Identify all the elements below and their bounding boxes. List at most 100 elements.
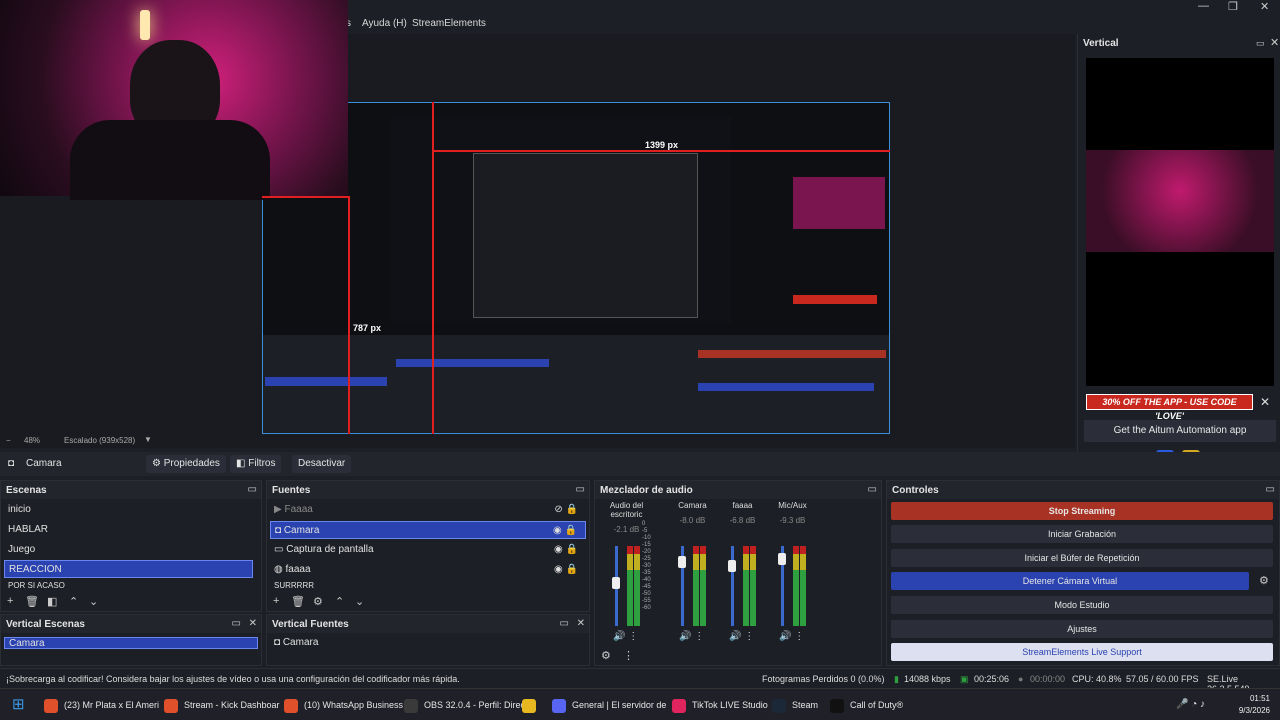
close-icon[interactable]: ✕	[1260, 395, 1270, 409]
status-bar: ¡Sobrecarga al codificar! Considera baja…	[0, 668, 1280, 694]
source-name: Camara	[26, 458, 62, 469]
properties-button[interactable]: ⚙ Propiedades	[146, 455, 226, 473]
taskbar-app[interactable]: (23) Mr Plata x El Ameri	[44, 695, 159, 715]
vertical-scenes-dock: Vertical Escenas ▭ ✕ Camara	[0, 614, 262, 666]
measure-vertical: 787 px	[353, 323, 382, 333]
speaker-icon[interactable]: 🔊 ⋮	[729, 631, 754, 642]
bitrate: 14088 kbps	[904, 674, 951, 684]
stop-streaming-button[interactable]: Stop Streaming	[891, 502, 1273, 520]
taskbar-app[interactable]: OBS 32.0.4 - Perfil: Direc	[404, 695, 525, 715]
speaker-icon[interactable]: 🔊 ⋮	[613, 631, 638, 642]
clock[interactable]: 01:51 9/3/2026	[1239, 693, 1270, 717]
get-app-button[interactable]: Get the Aitum Automation app	[1084, 420, 1276, 442]
db-tick: -30	[642, 563, 651, 569]
source-item[interactable]: ◍ faaaa ◉ 🔒	[270, 561, 586, 579]
up-icon[interactable]: ⌃	[69, 595, 78, 608]
camera-icon: ◘	[8, 458, 15, 469]
add-icon[interactable]: +	[273, 595, 279, 607]
scene-item[interactable]: POR SI ACASO	[4, 581, 258, 591]
fader-handle[interactable]	[612, 576, 620, 589]
gear-icon[interactable]: ⚙	[313, 595, 323, 608]
windows-start-icon[interactable]: ⊞	[12, 695, 25, 715]
more-icon[interactable]: ⋮	[623, 649, 634, 662]
dropdown-icon[interactable]: ▼	[144, 435, 152, 444]
undock-icon[interactable]: ▭	[248, 484, 257, 495]
source-item[interactable]: ▭ Captura de pantalla ◉ 🔒	[270, 541, 586, 559]
eye-icon[interactable]: ◉ 🔒	[554, 561, 578, 579]
scene-item[interactable]: Juego	[4, 541, 258, 559]
eye-icon[interactable]: ◉ 🔒	[553, 522, 577, 540]
preview-statusbar: − 48% Escalado (939x528) ▼	[0, 434, 1075, 448]
trash-icon[interactable]: 🗑	[25, 595, 39, 608]
source-item[interactable]: ▶ Faaaa ⊘ 🔒	[270, 501, 586, 519]
scene-item-selected[interactable]: REACCION	[4, 560, 253, 578]
down-icon[interactable]: ⌄	[355, 595, 364, 608]
vertical-source-item[interactable]: ◘ Camara	[270, 637, 586, 649]
scene-item[interactable]: inicio	[4, 501, 258, 519]
close-icon[interactable]: ✕	[1270, 36, 1279, 49]
filter-icon[interactable]: ◧	[47, 595, 57, 608]
close-icon[interactable]: ✕	[1260, 0, 1269, 13]
gear-icon[interactable]: ⚙	[1259, 574, 1269, 587]
stop-virtual-camera-button[interactable]: Detener Cámara Virtual	[891, 572, 1249, 590]
zoom-level[interactable]: 48%	[24, 436, 40, 445]
hidden-icon[interactable]: ⊘ 🔒	[554, 501, 578, 519]
audio-icon: ◍	[274, 564, 286, 575]
down-icon[interactable]: ⌄	[89, 595, 98, 608]
taskbar-app[interactable]: Call of Duty®	[830, 695, 903, 715]
menu-item-help[interactable]: Ayuda (H)	[362, 18, 407, 29]
taskbar-app[interactable]: Steam	[772, 695, 818, 715]
speaker-icon[interactable]: 🔊 ⋮	[779, 631, 804, 642]
close-icon[interactable]: ✕	[249, 618, 257, 629]
scaling-label[interactable]: Escalado (939x528)	[64, 436, 135, 445]
maximize-icon[interactable]: ❐	[1228, 0, 1238, 13]
undock-icon[interactable]: ▭	[576, 484, 585, 495]
sources-header: Fuentes ▭	[267, 481, 589, 499]
app-icon	[830, 698, 844, 713]
vertical-sources-title: Vertical Fuentes	[272, 619, 349, 630]
gear-icon[interactable]: ⚙	[601, 649, 611, 662]
live-support-button[interactable]: StreamElements Live Support	[891, 643, 1273, 661]
settings-button[interactable]: Ajustes	[891, 620, 1273, 638]
taskbar-app[interactable]: (10) WhatsApp Business	[284, 695, 403, 715]
fader-handle[interactable]	[728, 559, 736, 572]
monitor-icon: ▭	[274, 544, 287, 555]
menu-item-streamelements[interactable]: StreamElements	[412, 18, 486, 29]
vertical-scene-item[interactable]: Camara	[4, 637, 258, 649]
up-icon[interactable]: ⌃	[335, 595, 344, 608]
undock-icon[interactable]: ▭	[232, 618, 241, 629]
minimize-icon[interactable]: —	[1198, 0, 1209, 12]
zoom-minus-icon[interactable]: −	[6, 436, 11, 445]
taskbar-app[interactable]: Stream - Kick Dashboar	[164, 695, 280, 715]
system-tray-icons[interactable]: 🎤 ◔ ♪	[1176, 695, 1205, 715]
add-icon[interactable]: +	[7, 595, 13, 607]
undock-icon[interactable]: ▭	[560, 618, 569, 629]
source-item-selected[interactable]: ◘ Camara ◉ 🔒	[270, 521, 586, 539]
eye-icon[interactable]: ◉ 🔒	[554, 541, 578, 559]
promo-banner[interactable]: 30% OFF THE APP - USE CODE 'LOVE'	[1086, 394, 1253, 421]
start-recording-button[interactable]: Iniciar Grabación	[891, 525, 1273, 543]
taskbar-app[interactable]: TikTok LIVE Studio	[672, 695, 768, 715]
sources-dock: Fuentes ▭ ▶ Faaaa ⊘ 🔒 ◘ Camara ◉ 🔒 ▭ Captur…	[266, 480, 590, 612]
fader-handle[interactable]	[678, 556, 686, 569]
scene-item[interactable]: HABLAR	[4, 521, 258, 539]
filters-button[interactable]: ◧ Filtros	[230, 455, 282, 473]
undock-icon[interactable]: ▭	[868, 484, 877, 495]
undock-icon[interactable]: ▭	[1266, 484, 1275, 495]
source-item[interactable]: SURRRRR	[270, 581, 586, 591]
scenes-header: Escenas ▭	[1, 481, 261, 499]
undock-icon[interactable]: ▭	[1256, 38, 1265, 49]
trash-icon[interactable]: 🗑	[291, 595, 305, 608]
deactivate-button[interactable]: Desactivar	[292, 455, 352, 473]
studio-mode-button[interactable]: Modo Estudio	[891, 596, 1273, 614]
camera-icon: ◘	[275, 525, 284, 536]
lamp-light	[140, 10, 150, 40]
fader-handle[interactable]	[778, 552, 786, 565]
taskbar-app[interactable]: General | El servidor de	[552, 695, 666, 715]
taskbar-app[interactable]	[522, 695, 542, 715]
replay-buffer-button[interactable]: Iniciar el Búfer de Repetición	[891, 549, 1273, 567]
close-icon[interactable]: ✕	[577, 618, 585, 629]
volume-fader[interactable]	[731, 546, 734, 626]
level-meter	[743, 546, 749, 626]
speaker-icon[interactable]: 🔊 ⋮	[679, 631, 704, 642]
